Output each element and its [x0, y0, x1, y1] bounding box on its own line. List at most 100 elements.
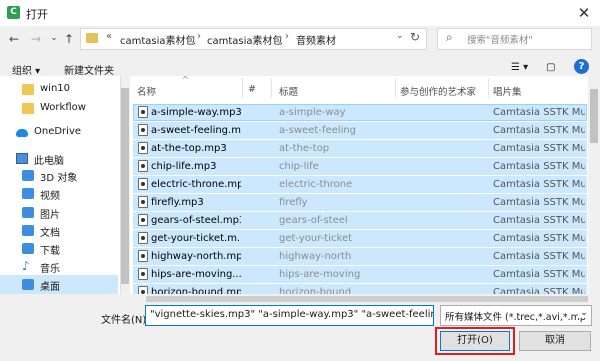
- breadcrumb-item-2[interactable]: camtasia素材包: [207, 32, 283, 47]
- search-placeholder: 搜索"音频素材": [467, 35, 533, 46]
- audio-file-icon: [138, 178, 148, 190]
- 3d-objects-icon: [22, 170, 34, 181]
- app-icon: C: [7, 6, 20, 19]
- breadcrumb-separator[interactable]: ›: [285, 31, 289, 42]
- file-title: highway-north: [279, 251, 352, 262]
- column-divider[interactable]: [271, 78, 272, 98]
- sidebar-item-label: 音乐: [40, 264, 60, 275]
- file-type-select[interactable]: 所有媒体文件 (*.trec,*.avi,*.mp: [440, 305, 592, 326]
- file-album: Camtasia SSTK Mu...: [493, 269, 585, 280]
- organize-menu[interactable]: 组织 ▾: [12, 62, 40, 77]
- file-title: gears-of-steel: [279, 215, 348, 226]
- breadcrumb-item-1[interactable]: camtasia素材包: [120, 32, 196, 47]
- sort-ascending-icon: ^: [182, 75, 189, 84]
- column-header-artist[interactable]: 参与创作的艺术家: [400, 84, 476, 98]
- forward-arrow-icon[interactable]: →: [28, 31, 44, 47]
- sidebar-item-label: OneDrive: [34, 126, 82, 137]
- pictures-icon: [22, 207, 34, 218]
- file-album: Camtasia SSTK Mu...: [493, 233, 585, 244]
- download-icon: [22, 243, 34, 254]
- file-name: highway-north.mp3: [151, 251, 241, 262]
- window-title: 打开: [26, 8, 48, 21]
- open-button[interactable]: 打开(O): [440, 331, 510, 351]
- file-name: firefly.mp3: [151, 197, 204, 208]
- sidebar-item-label: Workflow: [40, 102, 86, 113]
- file-name: hips-are-moving....: [151, 269, 241, 280]
- view-options-icon[interactable]: ☰ ▾: [511, 62, 528, 73]
- breadcrumb-overflow[interactable]: «: [106, 31, 112, 42]
- file-name: chip-life.mp3: [151, 161, 217, 172]
- file-album: Camtasia SSTK Mu...: [493, 215, 585, 226]
- refresh-icon[interactable]: ↻: [410, 30, 420, 44]
- sidebar-item[interactable]: 下载: [0, 239, 118, 258]
- file-name: a-sweet-feeling.m...: [151, 125, 241, 136]
- file-type-value: 所有媒体文件 (*.trec,*.avi,*.mp: [445, 312, 586, 323]
- cancel-button[interactable]: 取消: [519, 331, 591, 351]
- column-divider[interactable]: [488, 78, 489, 98]
- sidebar-item-label: 下载: [40, 246, 60, 257]
- close-icon[interactable]: ✕: [574, 3, 594, 23]
- sidebar-item-label: 图片: [40, 210, 60, 221]
- breadcrumb-separator[interactable]: ›: [197, 31, 201, 42]
- file-album: Camtasia SSTK Mu...: [493, 125, 585, 136]
- file-title: electric-throne: [279, 179, 353, 190]
- column-header-name[interactable]: 名称: [137, 84, 156, 98]
- column-header-number[interactable]: #: [248, 84, 256, 95]
- back-arrow-icon[interactable]: ←: [6, 31, 22, 47]
- help-icon[interactable]: ?: [574, 59, 589, 74]
- sidebar-item-label: 此电脑: [34, 156, 64, 167]
- file-title: firefly: [279, 197, 308, 208]
- folder-icon: [22, 103, 34, 114]
- filename-input[interactable]: "vignette-skies.mp3" "a-simple-way.mp3" …: [145, 305, 434, 326]
- audio-file-icon: [138, 232, 148, 244]
- video-icon: [22, 188, 34, 199]
- column-header-title[interactable]: 标题: [279, 84, 298, 98]
- sidebar-item[interactable]: Workflow: [0, 99, 118, 118]
- filename-label: 文件名(N):: [101, 315, 150, 326]
- file-album: Camtasia SSTK Mu...: [493, 251, 585, 262]
- horizontal-scrollbar-thumb[interactable]: [146, 296, 588, 302]
- column-header-album[interactable]: 唱片集: [493, 84, 522, 98]
- sidebar-item[interactable]: ♪ 音乐: [0, 257, 118, 276]
- file-title: chip-life: [279, 161, 319, 172]
- sidebar-item[interactable]: 3D 对象: [0, 166, 118, 185]
- recent-locations-chevron-icon[interactable]: ⌄: [46, 30, 62, 46]
- audio-file-icon: [138, 214, 148, 226]
- file-list-scrollbar-thumb[interactable]: [590, 89, 598, 143]
- file-name: electric-throne.mp3: [151, 179, 241, 190]
- audio-file-icon: [138, 142, 148, 154]
- up-arrow-icon[interactable]: ↑: [61, 31, 77, 47]
- folder-icon: [22, 84, 34, 95]
- sidebar-item-label: win10: [40, 83, 71, 94]
- sidebar-item[interactable]: 桌面: [0, 275, 118, 294]
- sidebar-item-label: 视频: [40, 191, 60, 202]
- audio-file-icon: [138, 268, 148, 280]
- file-album: Camtasia SSTK Mu...: [493, 161, 585, 172]
- file-name: gears-of-steel.mp3: [151, 215, 241, 226]
- sidebar-item[interactable]: win10: [0, 80, 118, 99]
- desktop-icon: [22, 279, 34, 290]
- sidebar-item[interactable]: 图片: [0, 203, 118, 222]
- audio-file-icon: [138, 196, 148, 208]
- preview-pane-icon[interactable]: ▢: [546, 62, 555, 73]
- nav-scrollbar-thumb[interactable]: [121, 88, 129, 284]
- sidebar-item[interactable]: OneDrive: [0, 123, 118, 142]
- column-divider[interactable]: [242, 78, 243, 98]
- file-title: at-the-top: [279, 143, 330, 154]
- sidebar-item[interactable]: 文档: [0, 221, 118, 240]
- file-title: get-your-ticket: [279, 233, 353, 244]
- documents-icon: [22, 225, 34, 236]
- chevron-down-icon[interactable]: ⌄: [578, 308, 590, 318]
- audio-file-icon: [138, 124, 148, 136]
- file-name: get-your-ticket.m...: [151, 233, 241, 244]
- search-icon: ⌕: [446, 30, 453, 44]
- sidebar-item[interactable]: 视频: [0, 184, 118, 203]
- folder-icon: [86, 33, 98, 43]
- column-divider[interactable]: [395, 78, 396, 98]
- new-folder-button[interactable]: 新建文件夹: [64, 62, 114, 77]
- computer-icon: [16, 153, 28, 164]
- address-dropdown-chevron-icon[interactable]: ⌄: [396, 31, 404, 41]
- audio-file-icon: [138, 160, 148, 172]
- title-bar: [0, 0, 600, 26]
- breadcrumb-item-3[interactable]: 音频素材: [296, 32, 336, 47]
